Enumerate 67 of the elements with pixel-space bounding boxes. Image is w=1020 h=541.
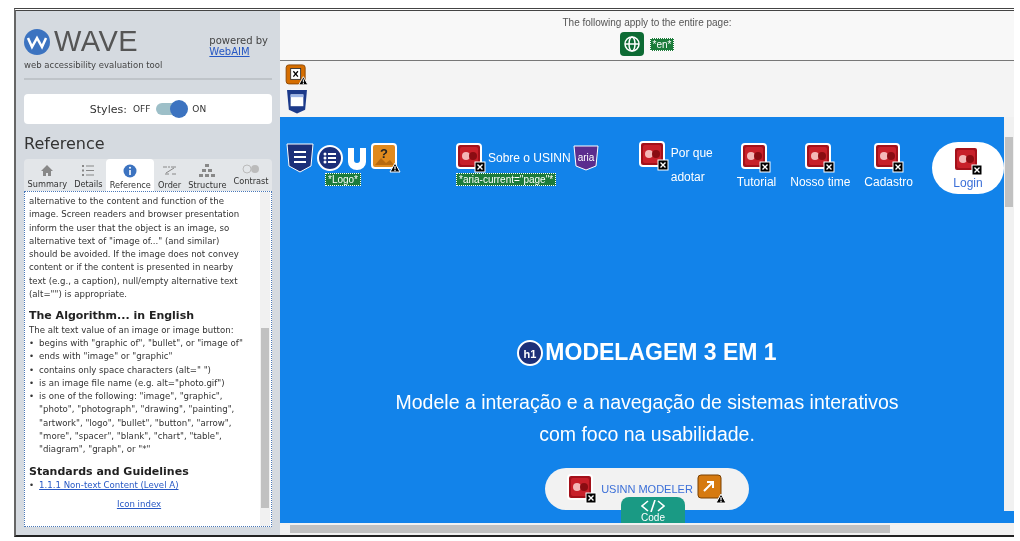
order-icon (161, 164, 178, 178)
contrast-icon (242, 164, 260, 174)
standards-heading: Standards and Guidelines (29, 464, 190, 478)
logo-tag: *Logo* (325, 173, 361, 186)
heading-icon: h1 (517, 339, 544, 366)
sidebar-tab[interactable]: Order (154, 159, 185, 191)
reference-heading: Reference (24, 134, 106, 153)
reference-paragraph: alternative to the content and function of the image. Screen readers and browser presentation inform the user that the object is an image, so alternative text of "image of..." (and similar) should be avoided. If the image does not convey content or if the content is presented in nearby text (e.g., a caption), null/empty alternative text (alt="") is appropriate. (29, 195, 241, 302)
sidebar-tab[interactable]: Summary (24, 159, 71, 191)
window-icon (284, 88, 310, 114)
sidebar-tab[interactable]: Contrast (229, 159, 273, 191)
on-label: ON (192, 104, 207, 114)
nav-link[interactable]: Sobre o USINN (488, 151, 571, 165)
rule-item: is one of the following: "image", "graphic", "photo", "photograph", "drawing", "painting", "artwork", "logo", "bullet", "button", "arrow", "more", "spacer", "blank", "chart", "table", "diagram", "graph", or "*" (39, 390, 236, 457)
aria-icon: aria (572, 145, 599, 171)
rule-item: begins with "graphic of", "bullet", or "image of" (39, 336, 243, 350)
styles-toggle[interactable] (156, 103, 187, 115)
standard-link[interactable]: 1.1.1 Non-text Content (Level A) (39, 478, 179, 493)
sidebar-tab[interactable]: Structure (184, 159, 230, 191)
powered-by-text: powered by (209, 35, 268, 46)
rule-item: contains only space characters (alt=" ") (39, 363, 211, 377)
wave-logo-icon (24, 28, 50, 55)
horizontal-scrollbar[interactable] (280, 523, 1014, 535)
hierarchy-icon (199, 164, 216, 178)
rule-item: is an image file name (e.g. alt="photo.gif") (39, 376, 225, 390)
sidebar-tab[interactable]: Details (70, 159, 107, 191)
aria-current-tag: *aria-current="page"* (456, 173, 557, 186)
logo-icon (345, 146, 368, 170)
nav-link[interactable]: Nosso time (790, 143, 851, 189)
bullet-mark: • (29, 390, 35, 404)
sidebar-tab[interactable]: Reference (106, 159, 155, 191)
language-tag: *en* (649, 37, 675, 51)
off-label: OFF (132, 104, 151, 114)
algorithm-intro: The alt text value of an image or image button: (29, 323, 235, 337)
list-icon (316, 145, 343, 171)
modeler-button[interactable]: USINN MODELER (545, 468, 749, 510)
hero-subtitle: Modele a interação e a navegação de sistemas interativos com foco na usabilidade. (394, 390, 900, 447)
info-icon (123, 164, 138, 178)
scrollbar[interactable] (260, 192, 270, 526)
shield-icon (285, 143, 314, 173)
nav-link[interactable]: Cadastro (864, 143, 913, 189)
rule-item: ends with "image" or "graphic" (39, 350, 173, 364)
bullet-mark: • (29, 363, 35, 377)
bullet-mark: • (29, 478, 35, 492)
login-button[interactable]: Login (932, 142, 1004, 194)
bullet-mark: • (29, 336, 35, 350)
error-icon (456, 143, 486, 173)
link-alert-icon (696, 474, 727, 504)
bullet-mark: • (29, 376, 35, 390)
page-notice: The following apply to the entire page: (562, 17, 732, 28)
icon-index-link[interactable]: Icon index (116, 499, 162, 510)
list-icon (81, 164, 96, 177)
nav-link[interactable]: Tutorial (736, 143, 777, 189)
webaim-link[interactable]: WebAIM (209, 46, 268, 57)
code-icon (641, 500, 665, 512)
nav-link[interactable]: Por que adotar (638, 141, 723, 189)
globe-icon (619, 32, 644, 56)
hero-heading: MODELAGEM 3 EM 1 (545, 339, 777, 366)
scrollbar[interactable] (1004, 117, 1014, 511)
code-tab[interactable]: Code (621, 497, 685, 523)
styles-label: Styles: (89, 102, 127, 116)
home-icon (40, 164, 55, 177)
bullet-mark: • (29, 350, 35, 364)
wave-subtitle: web accessibility evaluation tool (24, 60, 163, 70)
alert-icon (284, 64, 310, 87)
wave-title: WAVE (54, 25, 139, 58)
algorithm-heading: The Algorithm... in English (29, 309, 196, 323)
